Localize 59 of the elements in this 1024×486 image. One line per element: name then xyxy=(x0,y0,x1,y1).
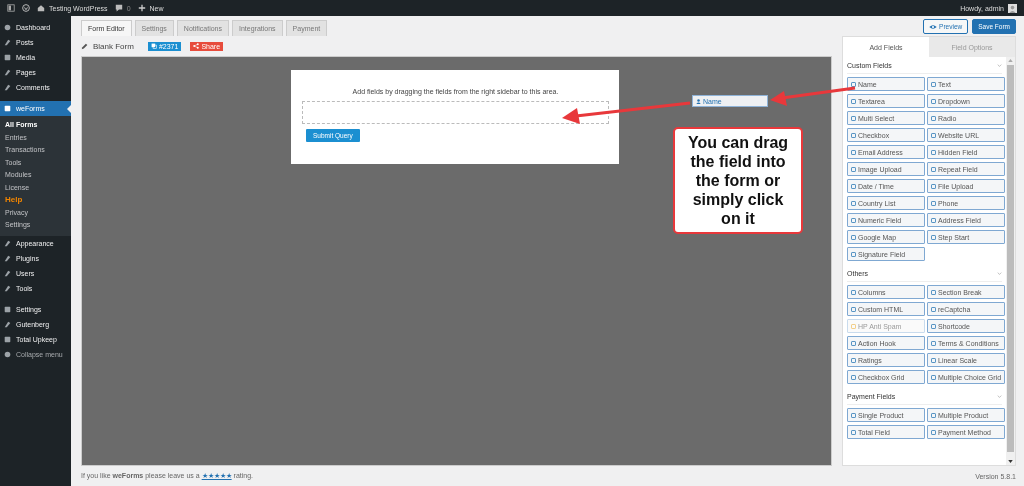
menu-icon xyxy=(4,84,11,91)
pencil-icon xyxy=(81,42,88,50)
field-type-icon xyxy=(851,183,856,189)
field-type-icon xyxy=(931,149,936,155)
eye-icon xyxy=(929,23,938,30)
field-type-icon xyxy=(851,429,856,435)
field-type-icon xyxy=(851,306,856,312)
field-type-icon xyxy=(851,166,856,172)
field-type-icon xyxy=(851,289,856,295)
comment-icon xyxy=(114,4,123,12)
form-title[interactable]: Blank Form xyxy=(93,41,134,51)
field-type-icon xyxy=(931,323,936,329)
avatar-icon[interactable] xyxy=(1008,3,1017,13)
submenu-item[interactable]: Help xyxy=(5,194,23,207)
field-type-icon xyxy=(851,412,856,418)
field-type-icon xyxy=(851,251,856,257)
wordpress-logo-icon[interactable] xyxy=(22,4,30,12)
field-type-icon xyxy=(851,132,856,138)
field-type-icon xyxy=(931,306,936,312)
menu-icon xyxy=(4,24,11,31)
menu-icon xyxy=(4,54,11,61)
home-icon xyxy=(37,4,45,12)
field-type-icon xyxy=(931,374,936,380)
callout-box: You can drag the field into the form or simply click on it xyxy=(673,127,803,234)
field-type-icon xyxy=(931,183,936,189)
field-type-icon xyxy=(931,115,936,121)
field-type-icon xyxy=(851,217,856,223)
menu-icon xyxy=(4,39,11,46)
field-type-icon xyxy=(851,323,856,329)
menu-icon xyxy=(4,105,11,112)
field-type-icon xyxy=(851,374,856,380)
field-type-icon xyxy=(851,200,856,206)
user-icon xyxy=(696,98,701,104)
menu-icon xyxy=(4,69,11,76)
field-type-icon xyxy=(931,98,936,104)
field-type-icon xyxy=(851,234,856,240)
field-type-icon xyxy=(851,357,856,363)
field-type-icon xyxy=(931,234,936,240)
field-type-icon xyxy=(851,81,856,87)
sidebar-toggle-icon[interactable] xyxy=(7,4,15,12)
plus-icon xyxy=(137,4,146,12)
share-icon xyxy=(193,43,200,49)
field-type-icon xyxy=(931,166,936,172)
field-type-icon xyxy=(851,149,856,155)
field-type-icon xyxy=(931,429,936,435)
field-type-icon xyxy=(851,98,856,104)
field-type-icon xyxy=(931,412,936,418)
field-type-icon xyxy=(931,289,936,295)
field-type-icon xyxy=(931,200,936,206)
field-type-icon xyxy=(851,340,856,346)
copy-icon xyxy=(150,43,157,49)
field-type-icon xyxy=(851,115,856,121)
field-type-icon xyxy=(931,340,936,346)
field-type-icon xyxy=(931,357,936,363)
field-type-icon xyxy=(931,81,936,87)
scrollbar[interactable] xyxy=(1006,57,1015,465)
field-type-icon xyxy=(931,217,936,223)
scroll-down-icon[interactable] xyxy=(1008,460,1013,463)
field-type-icon xyxy=(931,132,936,138)
